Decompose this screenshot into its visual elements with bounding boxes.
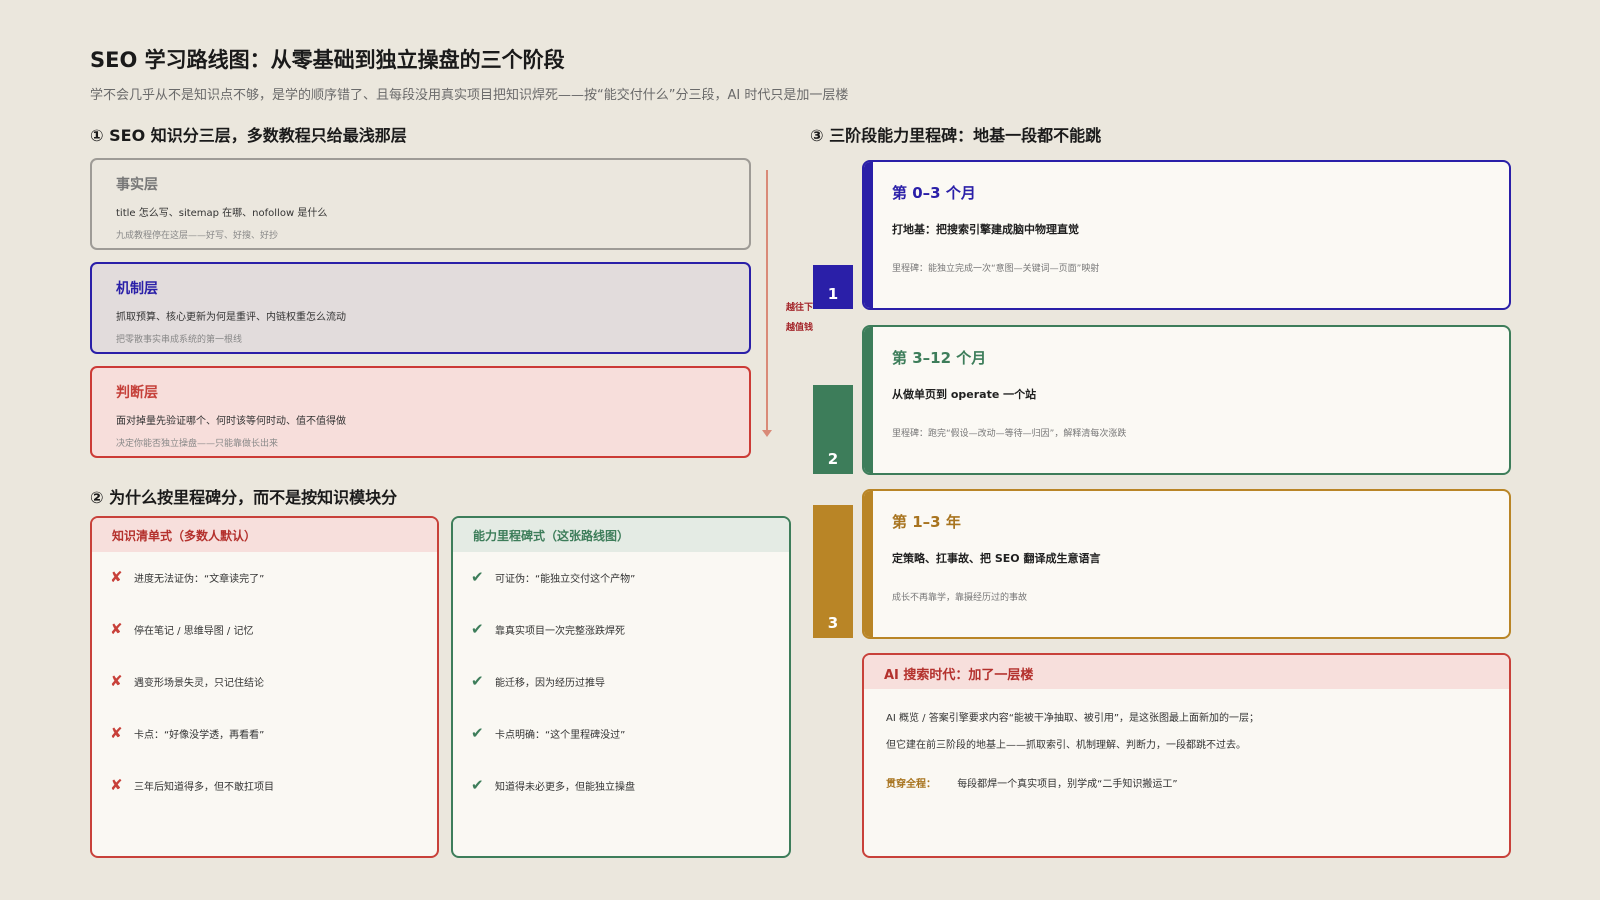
layer-judgement: 判断层 面对掉量先验证哪个、何时该等何时动、值不值得做 决定你能否独立操盘——只… [90, 366, 751, 458]
depth-arrow-line [766, 170, 768, 432]
stage-milestone: 里程碑：能独立完成一次“意图—关键词—页面”映射 [892, 264, 1100, 274]
list-item: ✔ 知道得未必更多，但能独立操盘 [471, 776, 635, 794]
layer-note: 把零散事实串成系统的第一根线 [116, 335, 243, 345]
stage-title: 第 0–3 个月 [892, 184, 976, 202]
knowledge-list-card: 知识清单式（多数人默认） ✘ 进度无法证伪：“文章读完了” ✘ 停在笔记 / 思维导… [90, 516, 439, 858]
cross-icon: ✘ [110, 776, 123, 794]
list-item: ✘ 三年后知道得多，但不敢扛项目 [110, 776, 274, 794]
stage-number-block: 1 [813, 265, 853, 309]
section1-title: ① SEO 知识分三层，多数教程只给最浅那层 [90, 126, 407, 145]
ai-key-text: 每段都焊一个真实项目，别学成“二手知识搬运工” [957, 779, 1178, 790]
layer-title: 判断层 [116, 385, 158, 401]
stage-number-block: 2 [813, 385, 853, 474]
cross-icon: ✘ [110, 672, 123, 690]
ai-era-card: AI 搜索时代：加了一层楼 AI 概览 / 答案引擎要求内容“能被干净抽取、被引… [862, 653, 1511, 858]
ai-line: 但它建在前三阶段的地基上——抓取索引、机制理解、判断力，一段都跳不过去。 [886, 740, 1246, 751]
section2-title: ② 为什么按里程碑分，而不是按知识模块分 [90, 488, 398, 507]
check-icon: ✔ [471, 724, 484, 742]
stage-title: 第 1–3 年 [892, 513, 961, 531]
stage-milestone: 里程碑：跑完“假设—改动—等待—归因”，解释清每次涨跌 [892, 429, 1127, 439]
stage-subtitle: 打地基：把搜索引擎建成脑中物理直觉 [892, 223, 1079, 236]
card-header: 知识清单式（多数人默认） [92, 518, 437, 552]
stage-card: 第 0–3 个月 打地基：把搜索引擎建成脑中物理直觉 里程碑：能独立完成一次“意… [862, 160, 1511, 310]
layer-note: 决定你能否独立操盘——只能靠做长出来 [116, 439, 279, 449]
depth-label: 越往下 [786, 303, 814, 313]
cross-icon: ✘ [110, 620, 123, 638]
stage-card: 第 1–3 年 定策略、扛事故、把 SEO 翻译成生意语言 成长不再靠学，靠摄经… [862, 489, 1511, 639]
list-item: ✔ 可证伪：“能独立交付这个产物” [471, 568, 636, 586]
list-item: ✘ 遇变形场景失灵，只记住结论 [110, 672, 264, 690]
stage-subtitle: 从做单页到 operate 一个站 [892, 388, 1037, 401]
ai-key-label: 贯穿全程： [886, 779, 936, 790]
stage-number-block: 3 [813, 505, 853, 638]
page-subtitle: 学不会几乎从不是知识点不够，是学的顺序错了、且每段没用真实项目把知识焊死——按“… [90, 88, 849, 103]
stage-subtitle: 定策略、扛事故、把 SEO 翻译成生意语言 [892, 552, 1101, 565]
card-header: 能力里程碑式（这张路线图） [453, 518, 789, 552]
ai-key-line: 贯穿全程： 每段都焊一个真实项目，别学成“二手知识搬运工” [886, 775, 1178, 790]
list-item: ✔ 卡点明确：“这个里程碑没过” [471, 724, 626, 742]
list-item: ✘ 卡点：“好像没学透，再看看” [110, 724, 265, 742]
layer-mechanism: 机制层 抓取预算、核心更新为何是重评、内链权重怎么流动 把零散事实串成系统的第一… [90, 262, 751, 354]
stage-title: 第 3–12 个月 [892, 349, 987, 367]
layer-title: 机制层 [116, 281, 158, 297]
layer-note: 九成教程停在这层——好写、好搜、好抄 [116, 231, 279, 241]
list-item: ✔ 靠真实项目一次完整涨跌焊死 [471, 620, 625, 638]
list-item: ✔ 能迁移，因为经历过推导 [471, 672, 605, 690]
list-item: ✘ 停在笔记 / 思维导图 / 记忆 [110, 620, 254, 638]
layer-fact: 事实层 title 怎么写、sitemap 在哪、nofollow 是什么 九成… [90, 158, 751, 250]
section3-title: ③ 三阶段能力里程碑：地基一段都不能跳 [810, 126, 1102, 145]
check-icon: ✔ [471, 776, 484, 794]
layer-desc: 面对掉量先验证哪个、何时该等何时动、值不值得做 [116, 416, 346, 427]
layer-desc: 抓取预算、核心更新为何是重评、内链权重怎么流动 [116, 312, 346, 323]
layer-desc: title 怎么写、sitemap 在哪、nofollow 是什么 [116, 208, 328, 219]
depth-label: 越值钱 [786, 323, 814, 333]
stage-milestone: 成长不再靠学，靠摄经历过的事故 [892, 593, 1028, 603]
cross-icon: ✘ [110, 724, 123, 742]
page-title: SEO 学习路线图：从零基础到独立操盘的三个阶段 [90, 48, 565, 72]
layer-title: 事实层 [116, 177, 158, 193]
list-item: ✘ 进度无法证伪：“文章读完了” [110, 568, 265, 586]
check-icon: ✔ [471, 568, 484, 586]
stage-card: 第 3–12 个月 从做单页到 operate 一个站 里程碑：跑完“假设—改动… [862, 325, 1511, 475]
check-icon: ✔ [471, 672, 484, 690]
card-header: AI 搜索时代：加了一层楼 [864, 655, 1509, 689]
ai-line: AI 概览 / 答案引擎要求内容“能被干净抽取、被引用”，是这张图最上面新加的一… [886, 713, 1260, 724]
check-icon: ✔ [471, 620, 484, 638]
cross-icon: ✘ [110, 568, 123, 586]
depth-arrow-head-icon [762, 430, 772, 437]
milestone-card: 能力里程碑式（这张路线图） ✔ 可证伪：“能独立交付这个产物” ✔ 靠真实项目一次完… [451, 516, 791, 858]
